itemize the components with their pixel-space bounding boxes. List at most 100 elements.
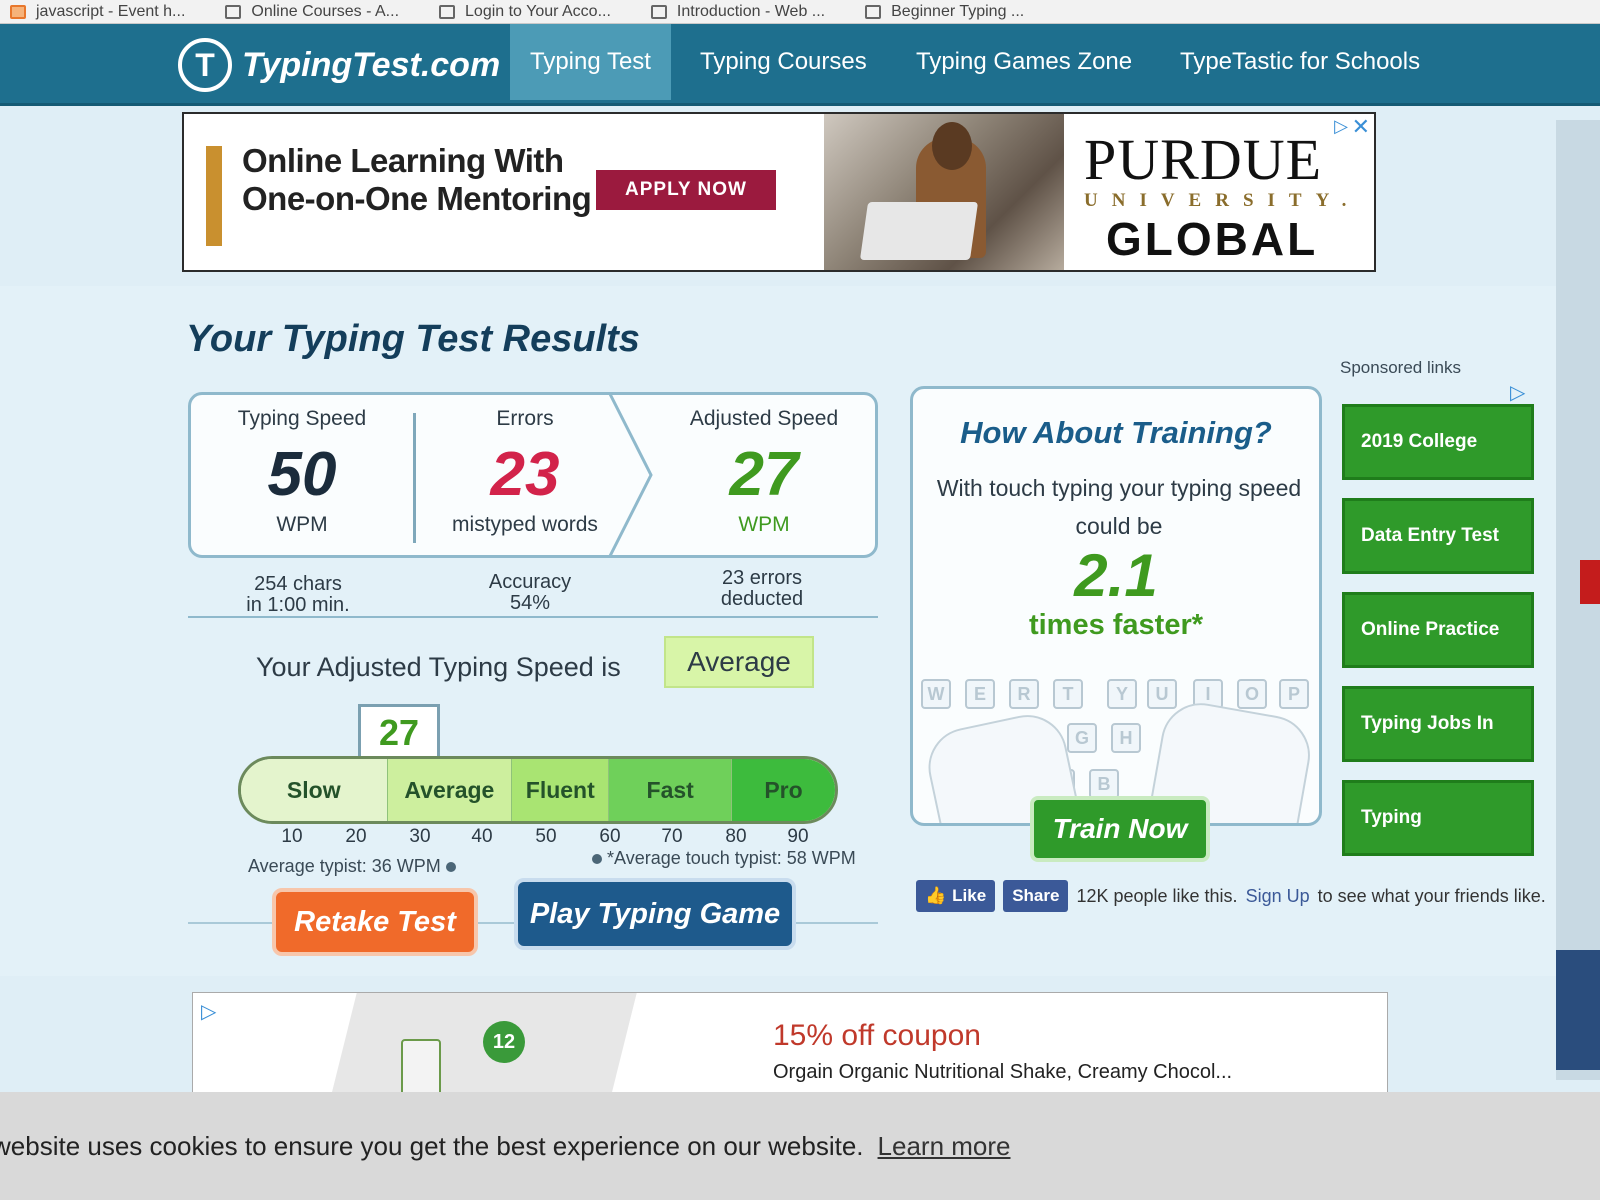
stat-label: Adjusted Speed bbox=[689, 407, 839, 430]
book-icon bbox=[650, 4, 667, 19]
signup-link[interactable]: Sign Up bbox=[1246, 886, 1310, 907]
close-ad-icon[interactable]: ✕ bbox=[1352, 114, 1370, 140]
retake-test-button[interactable]: Retake Test bbox=[272, 888, 478, 956]
scale-segment-average: Average bbox=[387, 759, 513, 821]
cookie-banner: website uses cookies to ensure you get t… bbox=[0, 1092, 1600, 1200]
thumbs-up-icon: 👍 bbox=[925, 886, 947, 905]
learn-more-link[interactable]: Learn more bbox=[878, 1131, 1011, 1162]
section-divider bbox=[188, 616, 878, 618]
key: O bbox=[1237, 679, 1267, 709]
training-text: With touch typing your typing speed coul… bbox=[936, 475, 1302, 539]
nav-tab-typing-games[interactable]: Typing Games Zone bbox=[896, 24, 1152, 100]
bookmark-item[interactable]: javascript - Event h... bbox=[10, 3, 185, 21]
sponsored-link[interactable]: Online Practice bbox=[1342, 592, 1534, 668]
scale-tick: 30 bbox=[409, 826, 431, 847]
stat-unit: WPM bbox=[276, 513, 328, 536]
page-icon bbox=[225, 4, 242, 19]
scale-tick: 80 bbox=[725, 826, 747, 847]
stat-divider bbox=[413, 413, 416, 543]
scale-tick: 70 bbox=[661, 826, 683, 847]
facebook-like-button[interactable]: 👍 Like bbox=[916, 880, 996, 912]
page-icon bbox=[865, 4, 882, 19]
ad-photo bbox=[824, 114, 1064, 270]
note-text: Average typist: 36 WPM bbox=[248, 856, 441, 876]
training-title: How About Training? bbox=[960, 415, 1272, 450]
sponsored-link[interactable]: Typing Jobs In bbox=[1342, 686, 1534, 762]
key: G bbox=[1067, 723, 1097, 753]
facebook-share-button[interactable]: Share bbox=[1003, 880, 1069, 912]
site-header: T TypingTest.com Typing Test Typing Cour… bbox=[0, 24, 1600, 106]
bookmark-label: javascript - Event h... bbox=[36, 2, 186, 20]
ad-title[interactable]: 15% off coupon bbox=[773, 1019, 981, 1053]
stat-unit: WPM bbox=[738, 513, 790, 536]
like-count-text: 12K people like this. bbox=[1076, 885, 1238, 906]
key: R bbox=[1009, 679, 1039, 709]
deducted-detail: 23 errors deducted bbox=[662, 568, 862, 610]
bookmark-label: Beginner Typing ... bbox=[891, 2, 1025, 20]
scale-segment-pro: Pro bbox=[732, 759, 835, 821]
stat-value: 27 bbox=[729, 440, 799, 509]
apply-now-button[interactable]: APPLY NOW bbox=[596, 170, 776, 210]
sponsored-link[interactable]: 2019 College bbox=[1342, 404, 1534, 480]
ad-accent-bar bbox=[206, 146, 222, 246]
detail-line: 54% bbox=[509, 592, 551, 614]
ad-person-head bbox=[932, 122, 972, 170]
ad-description: Orgain Organic Nutritional Shake, Creamy… bbox=[773, 1061, 1233, 1083]
bookmark-item[interactable]: Beginner Typing ... bbox=[865, 3, 1024, 21]
bookmarks-bar: javascript - Event h... Online Courses -… bbox=[0, 0, 1600, 24]
site-logo[interactable]: T TypingTest.com bbox=[178, 38, 500, 92]
speed-scale-bar: Slow Average Fluent Fast Pro bbox=[238, 756, 838, 824]
ad-laptop-shape bbox=[859, 202, 979, 260]
speed-level-badge: Average bbox=[664, 636, 814, 688]
bookmark-item[interactable]: Online Courses - A... bbox=[225, 3, 399, 21]
like-label: Like bbox=[952, 886, 987, 905]
ad-headline-line: One-on-One Mentoring bbox=[242, 180, 592, 217]
note-text: *Average touch typist: 58 WPM bbox=[607, 848, 856, 868]
accuracy-detail: Accuracy 54% bbox=[430, 572, 630, 614]
bookmark-label: Online Courses - A... bbox=[251, 2, 400, 20]
typingtest-logo-icon: T bbox=[178, 38, 232, 92]
detail-line: Accuracy bbox=[488, 571, 572, 593]
key: W bbox=[921, 679, 951, 709]
ad-brand-sub: UNIVERSITY. bbox=[1084, 190, 1361, 211]
adjusted-speed-sentence: Your Adjusted Typing Speed is bbox=[256, 652, 621, 682]
sponsored-link[interactable]: Typing bbox=[1342, 780, 1534, 856]
stat-unit: mistyped words bbox=[452, 513, 598, 536]
scale-tick: 10 bbox=[281, 826, 303, 847]
key: E bbox=[965, 679, 995, 709]
detail-line: in 1:00 min. bbox=[246, 594, 350, 616]
like-after-text: to see what your friends like. bbox=[1317, 885, 1546, 906]
times-faster-label: times faster* bbox=[1028, 609, 1204, 641]
key: T bbox=[1053, 679, 1083, 709]
adjusted-speed-stat: Adjusted Speed 27 WPM bbox=[653, 395, 875, 555]
main-content bbox=[0, 286, 1556, 976]
bookmark-item[interactable]: Login to Your Acco... bbox=[439, 3, 611, 21]
page-title: Your Typing Test Results bbox=[186, 318, 640, 360]
typing-speed-stat: Typing Speed 50 WPM bbox=[191, 395, 413, 555]
ad-headline: Online Learning With One-on-One Mentorin… bbox=[242, 142, 592, 218]
bookmark-item[interactable]: Introduction - Web ... bbox=[650, 3, 825, 21]
adchoices-icon[interactable]: ▷ bbox=[201, 999, 216, 1024]
average-typist-note: Average typist: 36 WPM bbox=[248, 856, 456, 877]
train-now-button[interactable]: Train Now bbox=[1030, 796, 1210, 862]
key: Y bbox=[1107, 679, 1137, 709]
nav-tab-typing-test[interactable]: Typing Test bbox=[510, 24, 671, 100]
top-banner-ad[interactable]: Online Learning With One-on-One Mentorin… bbox=[182, 112, 1376, 272]
nav-tab-typing-courses[interactable]: Typing Courses bbox=[680, 24, 887, 100]
bottom-banner-ad[interactable]: ▷ 12 15% off coupon Orgain Organic Nutri… bbox=[192, 992, 1388, 1102]
nav-tab-typetastic[interactable]: TypeTastic for Schools bbox=[1160, 24, 1440, 100]
adchoices-icon[interactable]: ▷ bbox=[1510, 380, 1525, 405]
pack-badge: 12 bbox=[483, 1021, 525, 1063]
sponsored-link[interactable]: Data Entry Test bbox=[1342, 498, 1534, 574]
key: B bbox=[1089, 769, 1119, 799]
adchoices-icon[interactable]: ▷ bbox=[1334, 116, 1348, 137]
facebook-like-bar: 👍 Like Share 12K people like this. Sign U… bbox=[916, 880, 1546, 912]
touch-typist-note: *Average touch typist: 58 WPM bbox=[592, 848, 856, 869]
stat-label: Typing Speed bbox=[237, 407, 367, 430]
cookie-text: website uses cookies to ensure you get t… bbox=[0, 1130, 864, 1161]
scale-segment-slow: Slow bbox=[241, 759, 388, 821]
speed-detail: 254 chars in 1:00 min. bbox=[198, 574, 398, 616]
key: P bbox=[1279, 679, 1309, 709]
play-typing-game-button[interactable]: Play Typing Game bbox=[514, 878, 796, 950]
ad-brand-name: PURDUE bbox=[1084, 127, 1323, 192]
